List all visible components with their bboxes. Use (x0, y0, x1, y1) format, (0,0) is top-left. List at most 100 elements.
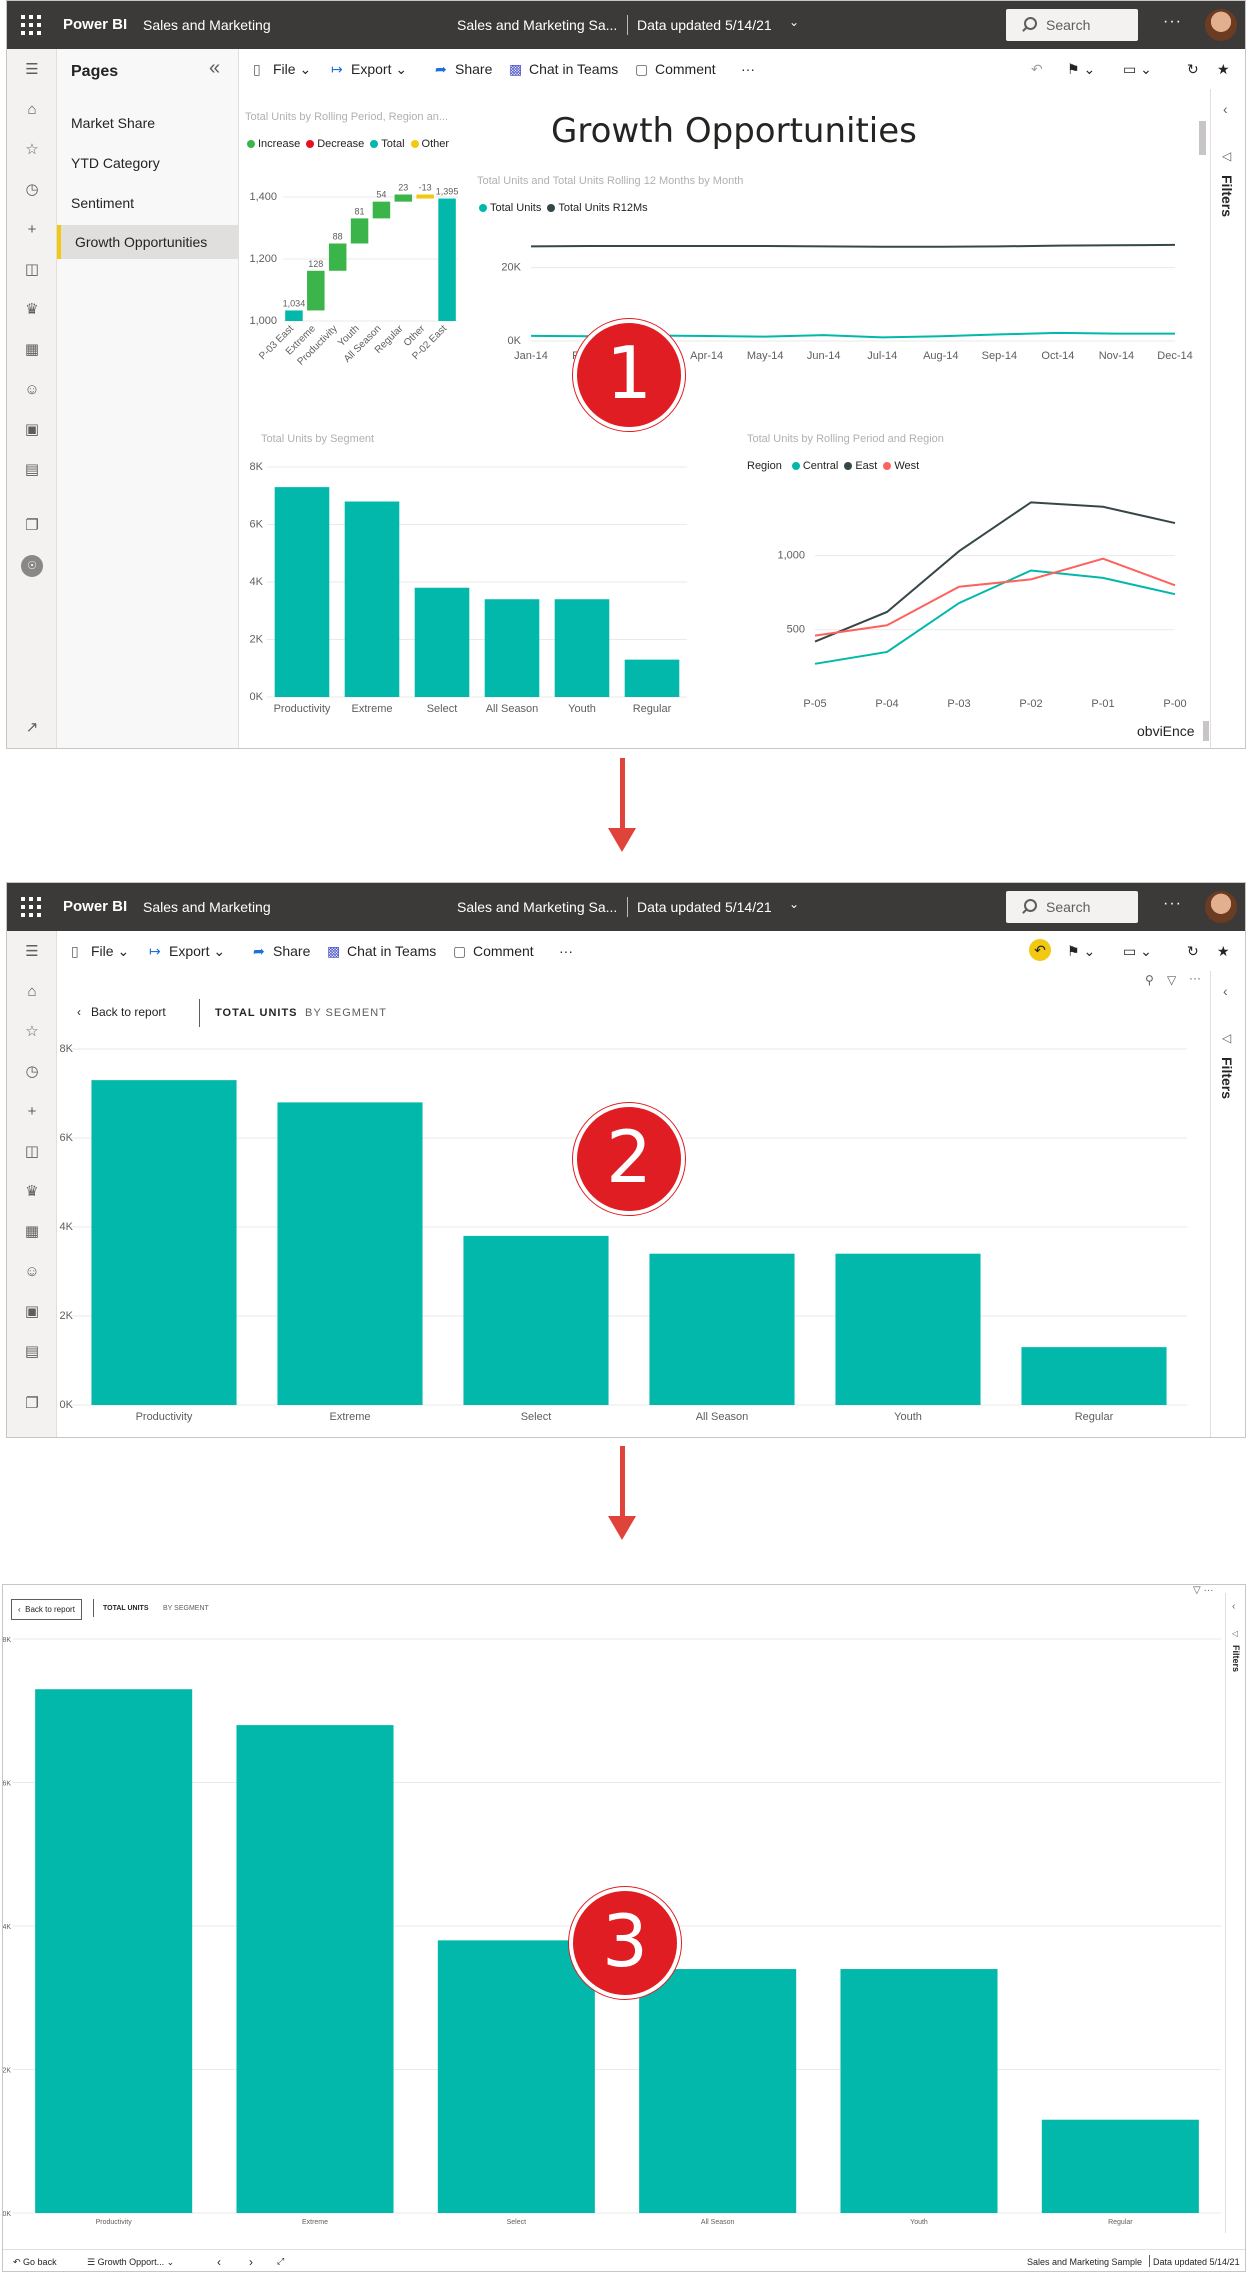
star-icon[interactable]: ☆ (21, 139, 43, 161)
chevron-left-icon[interactable]: ‹ (1223, 983, 1228, 999)
filters-pane[interactable]: ‹ ◁ Filters (1210, 89, 1245, 748)
canvas-scrollbar[interactable] (1199, 121, 1206, 155)
more-options-icon[interactable]: ··· (1163, 895, 1182, 913)
waterfall-chart[interactable]: 1,0001,2001,4001,034P-03 East128Extreme8… (245, 181, 465, 381)
bookmark-icon[interactable]: ⚑ ⌄ (1067, 943, 1095, 960)
more-actions[interactable]: ··· (741, 61, 755, 77)
chevron-down-icon[interactable]: ⌄ (789, 897, 799, 911)
prev-page-icon[interactable]: ‹ (217, 2255, 221, 2269)
refresh-icon[interactable]: ↻ (1187, 61, 1199, 78)
share-button[interactable]: ➦ Share (253, 943, 310, 960)
bookmark-icon[interactable]: ⚑ ⌄ (1067, 61, 1095, 78)
workspace-link[interactable]: Sales and Marketing (143, 17, 271, 33)
file-menu[interactable]: ▯ File ⌄ (71, 943, 129, 960)
waterfall-bar (372, 201, 391, 219)
page-tab-sentiment[interactable]: Sentiment (71, 195, 134, 211)
app-launcher-icon[interactable] (21, 897, 41, 917)
tab-total-units[interactable]: TOTAL UNITS (215, 1007, 298, 1019)
hamburger-icon[interactable]: ☰ (21, 941, 43, 963)
view-icon[interactable]: ▭ ⌄ (1123, 943, 1152, 960)
canvas-scrollbar-bottom[interactable] (1203, 721, 1209, 741)
filters-pane[interactable]: ‹ ◁ Filters (1210, 971, 1245, 1437)
segment-focus-chart[interactable]: 0K 2K 4K 6K 8K Productivity Extreme Select All S… (57, 1033, 1207, 1433)
left-nav: ☰ ⌂ ☆ ◷ + ◫ ♛ ▦ ☺ ▣ ▤ ❐ (7, 931, 57, 1437)
region-chart[interactable]: 500 1,000 P-05 P-04 P-03 P-02 P-01 P-00 (747, 479, 1197, 719)
segment-chart[interactable]: 0K 2K 4K 6K 8K Productivity Extreme Select All S… (247, 453, 697, 723)
pin-icon[interactable]: ⚲ (1145, 973, 1154, 987)
favorite-icon[interactable]: ★ (1217, 61, 1230, 78)
home-icon[interactable]: ⌂ (21, 99, 43, 121)
apps-icon[interactable]: ▦ (21, 339, 43, 361)
view-icon[interactable]: ▭ ⌄ (1123, 61, 1152, 78)
chevron-left-icon[interactable]: ‹ (1223, 101, 1228, 117)
reset-icon[interactable]: ↶ (1029, 939, 1051, 961)
filters-pane[interactable]: ‹ ◁ Filters (1225, 1593, 1245, 2233)
chevron-down-icon[interactable]: ⌄ (789, 15, 799, 29)
back-to-report-button[interactable]: ‹ Back to report (77, 1005, 166, 1019)
export-menu[interactable]: ↦ Export ⌄ (149, 943, 225, 960)
export-menu[interactable]: ↦ Export ⌄ (331, 61, 407, 78)
hamburger-icon[interactable]: ☰ (21, 59, 43, 81)
comment-button[interactable]: ▢ Comment (453, 943, 534, 960)
x-tick-label: Regular (633, 703, 672, 715)
chat-in-teams-button[interactable]: ▩ Chat in Teams (327, 943, 436, 960)
page-tab-ytd-category[interactable]: YTD Category (71, 155, 160, 171)
avatar[interactable] (1205, 891, 1237, 923)
app-launcher-icon[interactable] (21, 15, 41, 35)
next-page-icon[interactable]: › (249, 2255, 253, 2269)
page-tab-growth-opportunities[interactable]: Growth Opportunities (57, 225, 238, 259)
datasets-icon[interactable]: ◫ (21, 1141, 43, 1163)
metrics-icon[interactable]: ▣ (21, 1301, 43, 1323)
shared-icon[interactable]: ☺ (21, 1261, 43, 1283)
workspaces-icon[interactable]: ❐ (21, 515, 43, 537)
exit-fullscreen-icon[interactable]: ⤢ (277, 2256, 284, 2267)
apps-icon[interactable]: ▦ (21, 1221, 43, 1243)
page-selector[interactable]: ☰ Growth Opport... ⌄ (87, 2257, 174, 2268)
x-tick-label: Productivity (136, 1411, 193, 1423)
visual-more-icon[interactable]: ··· (1189, 971, 1201, 985)
refresh-icon[interactable]: ↻ (1187, 943, 1199, 960)
metrics-icon[interactable]: ▣ (21, 419, 43, 441)
page-tab-market-share[interactable]: Market Share (71, 115, 155, 131)
filter-visual-icon[interactable]: ▽ ··· (1193, 1585, 1213, 1596)
workspace-link[interactable]: Sales and Marketing (143, 899, 271, 915)
tab-by-segment[interactable]: BY SEGMENT (163, 1605, 209, 1612)
comment-button[interactable]: ▢ Comment (635, 61, 716, 78)
file-menu[interactable]: ▯ File ⌄ (253, 61, 311, 78)
avatar[interactable] (1205, 9, 1237, 41)
datasets-icon[interactable]: ◫ (21, 259, 43, 281)
workspaces-icon[interactable]: ❐ (21, 1393, 43, 1415)
workspace-avatar-icon[interactable]: ☉ (21, 555, 43, 577)
goals-icon[interactable]: ♛ (21, 1181, 43, 1203)
data-label: -13 (419, 183, 432, 193)
more-actions[interactable]: ··· (559, 943, 573, 959)
search-box[interactable]: Search (1006, 891, 1138, 923)
reset-icon[interactable]: ↶ (1031, 61, 1043, 78)
star-icon[interactable]: ☆ (21, 1021, 43, 1043)
collapse-pages-icon[interactable]: « (209, 57, 220, 80)
go-back-button[interactable]: ↶ Go back (13, 2257, 57, 2268)
home-icon[interactable]: ⌂ (21, 981, 43, 1003)
chevron-left-icon[interactable]: ‹ (1232, 1601, 1235, 1612)
brand-label[interactable]: Power BI (63, 16, 127, 33)
create-icon[interactable]: + (21, 1101, 43, 1123)
filter-icon: ◁ (1232, 1629, 1239, 1638)
search-box[interactable]: Search (1006, 9, 1138, 41)
create-icon[interactable]: + (21, 219, 43, 241)
recent-icon[interactable]: ◷ (21, 179, 43, 201)
learn-icon[interactable]: ▤ (21, 1341, 43, 1363)
shared-icon[interactable]: ☺ (21, 379, 43, 401)
recent-icon[interactable]: ◷ (21, 1061, 43, 1083)
expand-icon[interactable]: ↗ (21, 717, 43, 739)
learn-icon[interactable]: ▤ (21, 459, 43, 481)
more-options-icon[interactable]: ··· (1163, 13, 1182, 31)
brand-label[interactable]: Power BI (63, 898, 127, 915)
filter-visual-icon[interactable]: ▽ (1167, 973, 1176, 987)
tab-by-segment[interactable]: BY SEGMENT (305, 1007, 387, 1019)
tab-total-units[interactable]: TOTAL UNITS (103, 1605, 149, 1612)
share-button[interactable]: ➦ Share (435, 61, 492, 78)
chat-in-teams-button[interactable]: ▩ Chat in Teams (509, 61, 618, 78)
goals-icon[interactable]: ♛ (21, 299, 43, 321)
back-to-report-button[interactable]: ‹ Back to report (11, 1599, 82, 1620)
favorite-icon[interactable]: ★ (1217, 943, 1230, 960)
